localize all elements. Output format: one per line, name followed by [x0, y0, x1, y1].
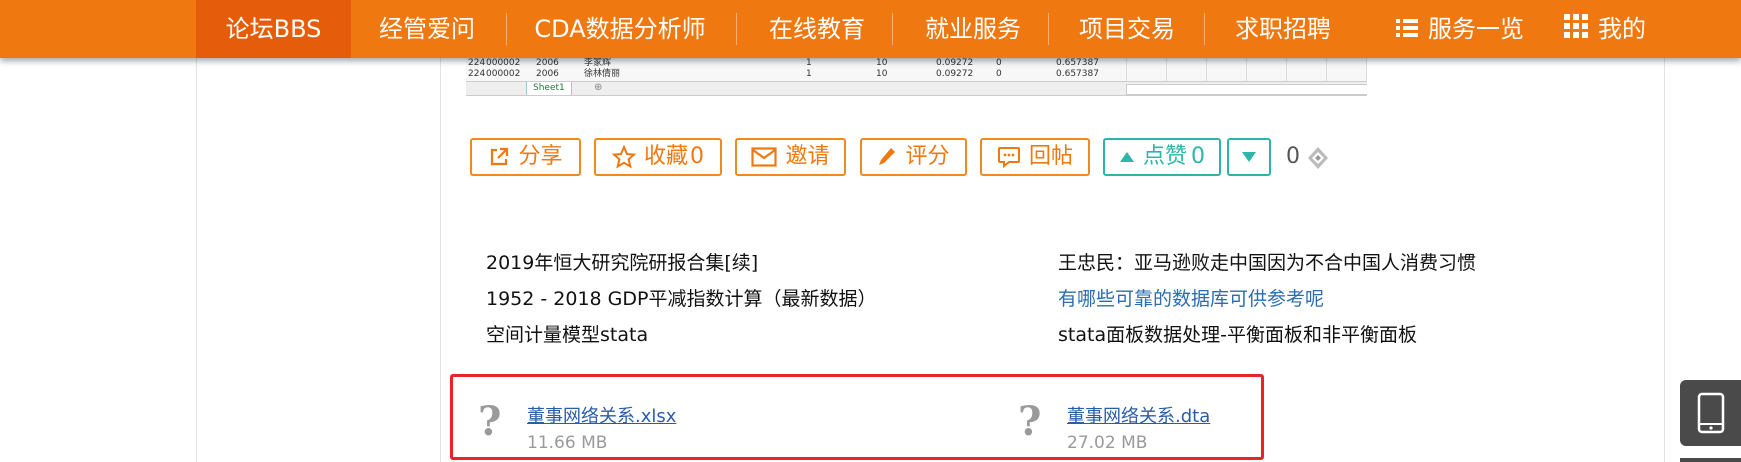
phone-icon	[1697, 392, 1725, 438]
related-link[interactable]: stata面板数据处理-平衡面板和非平衡面板	[1058, 322, 1417, 348]
related-link[interactable]: 王忠民：亚马逊败走中国因为不合中国人消费习惯	[1058, 250, 1476, 276]
coin-count: 0	[1286, 144, 1300, 169]
mobile-app-button[interactable]	[1680, 380, 1741, 446]
sheet-cell: 徐林倩丽	[584, 69, 621, 79]
related-link[interactable]: 有哪些可靠的数据库可供参考呢	[1058, 286, 1324, 312]
coin-icon	[1306, 146, 1330, 174]
unknown-file-icon: ?	[478, 398, 502, 445]
list-icon	[1396, 1, 1418, 59]
nav-services-button[interactable]: 服务一览	[1390, 0, 1530, 58]
grid-icon	[1564, 1, 1588, 59]
sheet-cell: 000002	[486, 69, 521, 79]
star-icon	[611, 145, 636, 169]
nav-item-cda[interactable]: CDA数据分析师	[520, 0, 720, 58]
sheet-tabbar: Sheet1 ⊕	[466, 81, 1367, 95]
sheet-cell: 1	[806, 69, 812, 79]
attachment-size: 27.02 MB	[1067, 433, 1148, 453]
floating-toolbar-next	[1680, 458, 1741, 462]
dislike-button[interactable]	[1227, 138, 1271, 176]
nav-item-jobs[interactable]: 求职招聘	[1218, 0, 1348, 58]
pencil-icon	[877, 146, 897, 168]
share-label: 分享	[518, 144, 563, 169]
nav-divider	[1204, 13, 1205, 45]
sheet-cell: 0.657387	[1056, 69, 1099, 79]
reply-button[interactable]: 回帖	[980, 138, 1090, 176]
attachment-size: 11.66 MB	[527, 433, 608, 453]
related-link[interactable]: 空间计量模型stata	[486, 322, 648, 348]
like-button[interactable]: 点赞 0	[1103, 138, 1221, 176]
related-link[interactable]: 2019年恒大研究院研报合集[续]	[486, 250, 758, 276]
nav-mine-button[interactable]: 我的	[1560, 0, 1650, 58]
favorite-count: 0	[690, 144, 704, 169]
mail-icon	[751, 147, 778, 167]
nav-divider	[1048, 13, 1049, 45]
nav-item-employment[interactable]: 就业服务	[908, 0, 1038, 58]
favorite-label: 收藏	[643, 144, 688, 169]
attachment-link-xlsx[interactable]: 董事网络关系.xlsx	[527, 402, 676, 428]
attachment-link-dta[interactable]: 董事网络关系.dta	[1067, 402, 1210, 428]
like-count: 0	[1191, 144, 1205, 169]
sheet-grid	[1126, 55, 1367, 83]
triangle-down-icon	[1241, 151, 1257, 163]
nav-divider	[892, 13, 893, 45]
nav-item-education[interactable]: 在线教育	[752, 0, 882, 58]
spreadsheet-preview-image: 224 000002 2006 李家辉 1 10 0.09272 0 0.657…	[466, 55, 1367, 96]
sheet-cell: 0	[996, 69, 1002, 79]
sheet-cell: 2006	[536, 69, 559, 79]
rate-label: 评分	[905, 144, 950, 169]
related-link[interactable]: 1952 - 2018 GDP平减指数计算（最新数据）	[486, 286, 877, 312]
add-sheet-icon: ⊕	[594, 82, 603, 93]
rate-button[interactable]: 评分	[860, 138, 967, 176]
page-border-left	[196, 0, 197, 462]
share-icon	[488, 146, 510, 168]
nav-divider	[736, 13, 737, 45]
sheet-cell: 224	[468, 69, 486, 79]
sheet-tab: Sheet1	[526, 82, 572, 95]
nav-services-label: 服务一览	[1428, 15, 1524, 43]
reply-label: 回帖	[1028, 144, 1073, 169]
unknown-file-icon: ?	[1018, 398, 1042, 445]
invite-label: 邀请	[785, 144, 830, 169]
sheet-scrollbar	[1126, 84, 1367, 95]
nav-item-ask[interactable]: 经管爱问	[362, 0, 492, 58]
sheet-cell: 0.09272	[936, 69, 974, 79]
comment-icon	[997, 146, 1021, 168]
nav-item-projects[interactable]: 项目交易	[1062, 0, 1192, 58]
sheet-cell: 10	[876, 69, 888, 79]
nav-divider	[506, 13, 507, 45]
content-border-left	[440, 55, 441, 462]
like-label: 点赞	[1142, 144, 1187, 169]
favorite-button[interactable]: 收藏 0	[594, 138, 722, 176]
invite-button[interactable]: 邀请	[735, 138, 846, 176]
nav-item-bbs[interactable]: 论坛BBS	[196, 0, 351, 58]
share-button[interactable]: 分享	[470, 138, 581, 176]
top-nav-bar: 论坛BBS 经管爱问 CDA数据分析师 在线教育 就业服务 项目交易 求职招聘 …	[0, 0, 1741, 58]
nav-mine-label: 我的	[1598, 15, 1646, 43]
triangle-up-icon	[1119, 151, 1135, 163]
page-border-right	[1664, 0, 1665, 462]
